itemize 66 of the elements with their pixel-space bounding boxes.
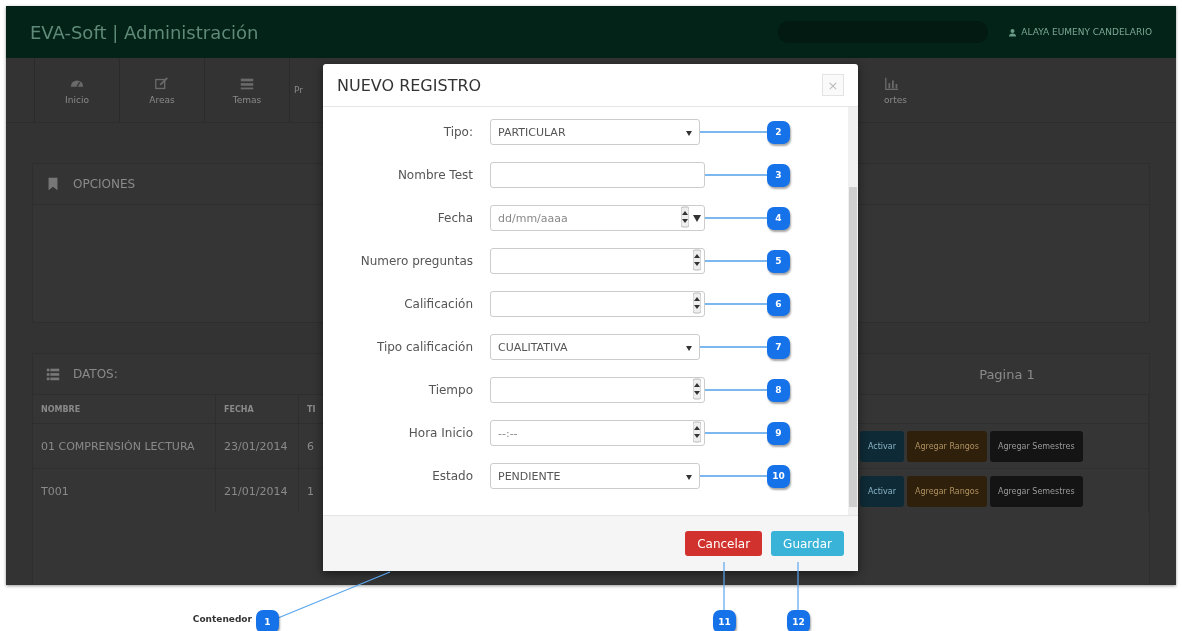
dropdown[interactable]: CUALITATIVA (490, 334, 700, 360)
field-label: Nombre Test (396, 168, 474, 182)
user-name[interactable]: ALAYA EUMENY CANDELARIO (1021, 27, 1152, 37)
nav-item[interactable]: Inicio (34, 58, 119, 122)
field-label: Numero preguntas (359, 254, 474, 268)
action-button[interactable]: Activar (860, 430, 904, 462)
callout-badge: 5 (767, 249, 790, 273)
spinner-icon (693, 377, 701, 403)
dropdown[interactable]: PENDIENTE (490, 463, 700, 489)
panel-title: OPCIONES (73, 177, 137, 191)
panel-title: DATOS: (73, 367, 119, 381)
table-icon (45, 366, 61, 382)
callout-badge: 4 (767, 206, 790, 230)
callout-badge: 2 (767, 120, 790, 144)
action-button[interactable]: Agregar Semestres (989, 475, 1083, 507)
field-label: Calificación (403, 297, 474, 311)
app-title: EVA-Soft | Administración (30, 21, 260, 43)
callout-badge: 6 (767, 292, 790, 316)
field-label: Tipo calificación (375, 340, 474, 354)
cancel-button[interactable]: Cancelar (685, 531, 763, 556)
action-button[interactable]: Activar (860, 475, 904, 507)
time-field[interactable]: --:-- (490, 420, 705, 446)
callout-badge: 11 (713, 610, 736, 631)
nav-item[interactable]: Temas (204, 58, 289, 122)
nav-item[interactable]: ortes (884, 58, 968, 122)
callout-badge: 7 (767, 335, 790, 359)
column-header: FECHA (215, 395, 299, 424)
field-label: Fecha (436, 211, 474, 225)
spinner-icon (693, 248, 701, 274)
table-cell: 23/01/2014 (215, 423, 299, 469)
callout-badge: 12 (787, 610, 810, 631)
leader-line (797, 561, 799, 611)
field-label: Tipo: (442, 125, 474, 139)
callout-badge: 8 (767, 378, 790, 402)
field-label: Hora Inicio (407, 426, 474, 440)
spinner-icon (681, 205, 689, 231)
nav-item[interactable]: Areas (119, 58, 204, 122)
field-label: Estado (431, 469, 474, 483)
action-button[interactable]: Agregar Semestres (989, 430, 1083, 462)
table-cell: T001 (33, 468, 216, 513)
number-field[interactable] (490, 248, 705, 274)
action-button[interactable]: Agregar Rangos (907, 430, 987, 462)
callout-badge: 10 (767, 464, 790, 488)
callout-badge: 1 (256, 610, 279, 631)
dropdown[interactable]: PARTICULAR (490, 119, 700, 145)
edit-icon (154, 75, 170, 92)
callout-badge: 9 (767, 421, 790, 445)
callout-badge: 3 (767, 163, 790, 187)
modal-title: NUEVO REGISTRO (337, 75, 483, 95)
number-field[interactable] (490, 377, 705, 403)
spinner-icon (693, 420, 701, 446)
page-label: Pagina 1 (978, 366, 1036, 382)
column-header: NOMBRE (33, 395, 216, 424)
action-button[interactable]: Agregar Rangos (907, 475, 987, 507)
user-icon (1008, 27, 1018, 37)
number-field[interactable] (490, 291, 705, 317)
table-cell: 01 COMPRENSIÓN LECTURA (33, 423, 216, 469)
date-field[interactable]: dd/mm/aaaa (490, 205, 705, 231)
input-field[interactable] (490, 162, 705, 188)
bar-chart-icon (884, 75, 900, 92)
spinner-icon (693, 291, 701, 317)
table-cell: 21/01/2014 (215, 468, 299, 513)
scrollbar[interactable] (848, 107, 858, 515)
annotation-label: Contenedor (191, 614, 252, 624)
leader-line (723, 561, 725, 611)
field-label: Tiempo (427, 383, 474, 397)
